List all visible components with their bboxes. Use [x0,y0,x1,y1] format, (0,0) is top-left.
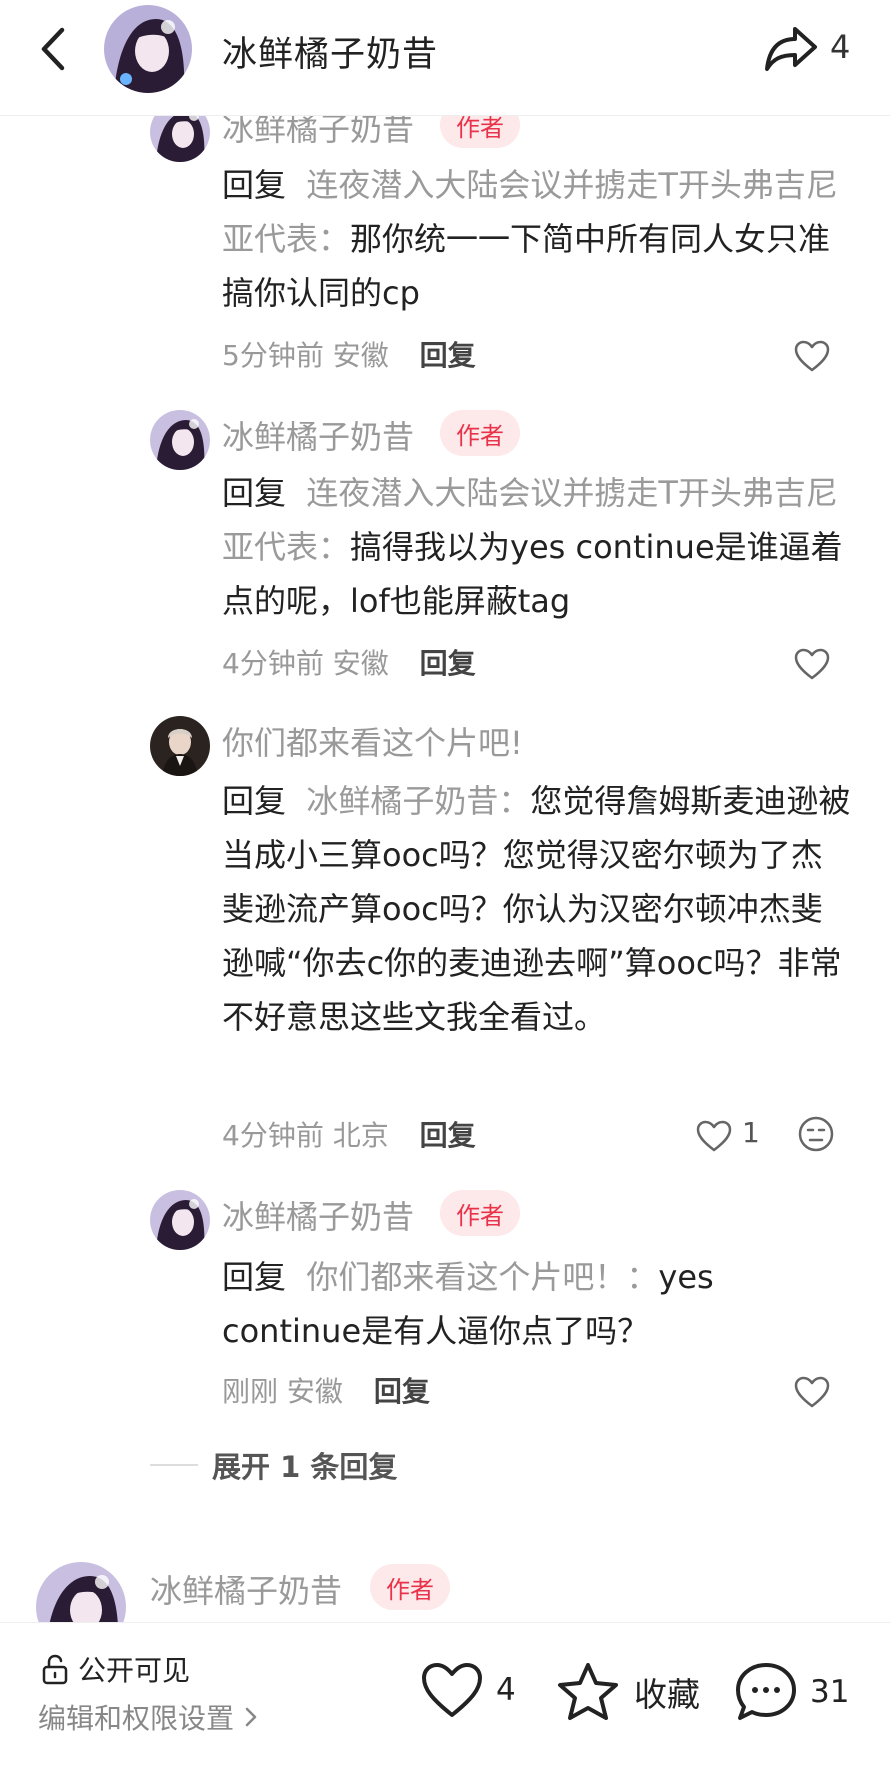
share-arrow-icon [765,27,817,71]
share-button[interactable] [756,18,826,78]
comment-meta: 5分钟前 安徽 回复 [222,334,476,374]
bottom-action-bar: 公开可见 编辑和权限设置 4 收藏 31 [0,1622,890,1768]
comment-body: 您觉得詹姆斯麦迪逊被当成小三算ooc吗？您觉得汉密尔顿为了杰斐逊流产算ooc吗？… [222,782,851,1036]
commenter-name[interactable]: 你们都来看这个片吧! [222,718,523,764]
permissions-label: 编辑和权限设置 [38,1702,235,1735]
share-count: 4 [830,28,851,66]
chevron-left-icon [41,27,65,71]
like-button[interactable] [790,642,834,686]
comment-time: 4分钟前 [222,1119,324,1152]
commenter-name[interactable]: 冰鲜橘子奶昔 [222,1192,414,1238]
like-button[interactable] [790,334,834,378]
dislike-button[interactable] [796,1114,840,1158]
reply-button[interactable]: 回复 [374,1375,430,1408]
comment-location: 安徽 [332,339,389,372]
heart-icon [794,648,830,680]
author-badge: 作者 [440,1190,520,1236]
reply-button[interactable]: 回复 [420,339,476,372]
lock-open-icon [42,1654,68,1685]
collect-button[interactable]: 收藏 [556,1661,700,1723]
author-badge: 作者 [370,1564,450,1610]
heart-icon [422,1663,482,1717]
collect-label: 收藏 [634,1675,700,1714]
reply-prefix: 回复 [222,782,287,820]
reply-prefix: 回复 [222,1258,287,1296]
comment-time: 刚刚 [222,1375,279,1408]
author-badge: 作者 [440,410,520,456]
chevron-right-icon [245,1707,257,1727]
comment-meta: 4分钟前 安徽 回复 [222,642,476,682]
comment-location: 北京 [332,1119,389,1152]
like-count: 4 [496,1672,516,1708]
top-nav-bar: 冰鲜橘子奶昔 4 [0,0,890,116]
reply-button[interactable]: 回复 [420,647,476,680]
commenter-avatar[interactable] [150,1190,210,1250]
comment-location: 安徽 [286,1375,343,1408]
like-post-button[interactable]: 4 [420,1661,516,1719]
expand-replies-button[interactable]: 展开 1 条回复 [150,1440,397,1490]
visibility-status[interactable]: 公开可见 [40,1649,190,1689]
page-title: 冰鲜橘子奶昔 [222,35,439,75]
comment-location: 安徽 [332,647,389,680]
reply-prefix: 回复 [222,166,287,204]
comment-count: 31 [810,1674,850,1710]
like-button[interactable] [692,1114,736,1158]
chat-bubble-icon [736,1663,796,1720]
reply-target[interactable]: 冰鲜橘子奶昔： [306,782,530,820]
like-count: 1 [742,1116,760,1149]
heart-icon [794,1376,830,1408]
expand-replies-label: 展开 1 条回复 [212,1450,398,1484]
visibility-label: 公开可见 [78,1654,191,1687]
comment-meta: 4分钟前 北京 回复 [222,1114,476,1154]
reply-target[interactable]: 你们都来看这个片吧！： [306,1258,658,1296]
comment-text: 回复 你们都来看这个片吧！：yes continue是有人逼你点了吗？ [222,1250,852,1358]
commenter-avatar[interactable] [150,410,210,470]
heart-icon [696,1120,732,1152]
back-button[interactable] [28,22,78,76]
heart-icon [794,340,830,372]
comment-text: 回复 连夜潜入大陆会议并掳走T开头弗吉尼亚代表：搞得我以为yes continu… [222,466,852,628]
reply-button[interactable]: 回复 [420,1119,476,1152]
comment-button[interactable]: 31 [734,1661,849,1723]
commenter-name[interactable]: 冰鲜橘子奶昔 [222,412,414,458]
divider [150,1464,198,1466]
neutral-face-icon [798,1116,834,1152]
comment-text: 回复 连夜潜入大陆会议并掳走T开头弗吉尼亚代表：那你统一一下简中所有同人女只准搞… [222,158,852,320]
author-avatar[interactable] [104,5,192,93]
comment-time: 5分钟前 [222,339,324,372]
commenter-avatar[interactable] [150,716,210,776]
comment-meta: 刚刚 安徽 回复 [222,1370,430,1410]
comment-text: 回复 冰鲜橘子奶昔：您觉得詹姆斯麦迪逊被当成小三算ooc吗？您觉得汉密尔顿为了杰… [222,774,852,1044]
comment-time: 4分钟前 [222,647,324,680]
reply-prefix: 回复 [222,474,287,512]
like-button[interactable] [790,1370,834,1414]
permissions-settings-link[interactable]: 编辑和权限设置 [38,1697,262,1737]
star-icon [558,1663,618,1720]
commenter-name[interactable]: 冰鲜橘子奶昔 [150,1566,342,1612]
